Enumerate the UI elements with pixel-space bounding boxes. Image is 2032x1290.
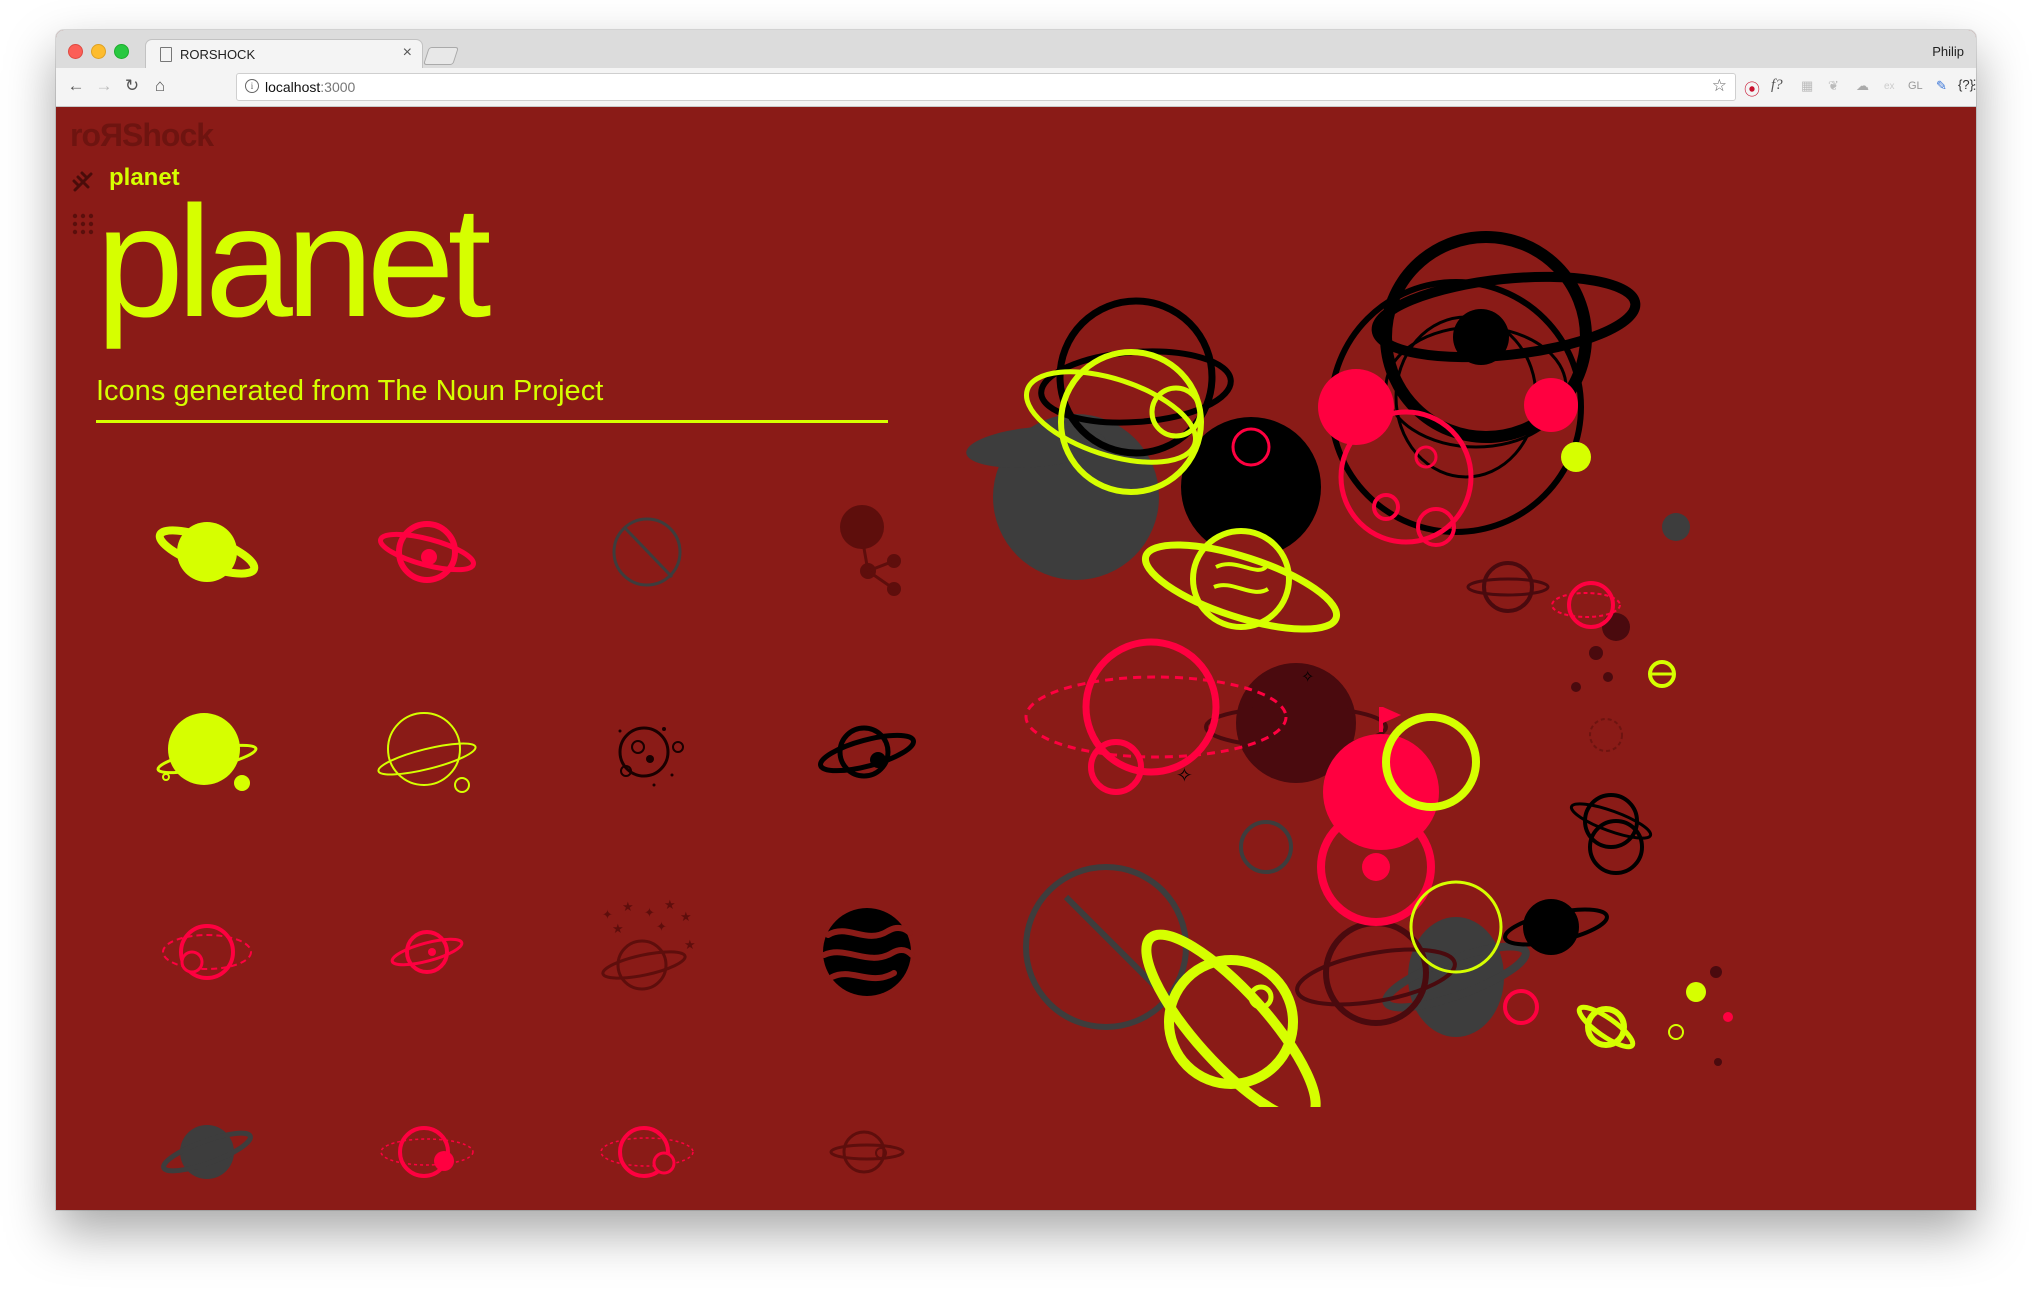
planet-moon-icon[interactable] xyxy=(152,697,262,807)
grid-menu-icon[interactable] xyxy=(72,213,94,235)
page-subtitle: Icons generated from The Noun Project xyxy=(96,375,604,407)
browser-toolbar: ← → ↻ ⌂ i localhost:3000 ☆ ⦿ f? ▦ ❦ ☁ ex… xyxy=(56,68,1976,107)
bookmark-star-icon[interactable]: ☆ xyxy=(1712,76,1727,96)
reload-icon[interactable]: ↻ xyxy=(122,76,142,96)
back-arrow-icon[interactable]: ← xyxy=(66,76,86,96)
ex-extension-icon[interactable]: ex xyxy=(1884,81,1895,92)
menu-kebab-icon[interactable]: ⋮ xyxy=(1968,77,1976,93)
cloud-icon[interactable]: ☁ xyxy=(1856,78,1869,94)
app-page: roЯShock planet planet Icons generated f… xyxy=(56,107,1976,1210)
color-picker-icon[interactable]: ✎ xyxy=(1936,78,1947,94)
svg-text:✦: ✦ xyxy=(644,906,655,921)
home-icon[interactable]: ⌂ xyxy=(150,76,170,96)
planet-ring-icon[interactable] xyxy=(152,497,262,607)
planet-moon-orbit-icon[interactable] xyxy=(372,1097,482,1207)
minimize-window-button[interactable] xyxy=(91,44,106,59)
tab-title: RORSHOCK xyxy=(180,47,256,62)
font-finder-icon[interactable]: f? xyxy=(1771,77,1783,94)
page-title: planet xyxy=(96,174,491,350)
info-icon[interactable]: i xyxy=(245,79,259,93)
planet-craters-icon[interactable] xyxy=(592,697,702,807)
svg-text:★: ★ xyxy=(684,938,696,953)
planet-dashed-orbit-icon[interactable] xyxy=(152,897,262,1007)
svg-text:★: ★ xyxy=(612,922,624,937)
planet-small-orbit-icon[interactable] xyxy=(372,897,482,1007)
collage-shapes: ✧ ✧ xyxy=(966,231,1733,1107)
svg-text:★: ★ xyxy=(622,900,634,915)
planet-thin-ring-icon[interactable] xyxy=(372,697,482,807)
title-divider xyxy=(96,420,888,423)
profile-name[interactable]: Philip xyxy=(1932,44,1964,59)
planet-stars-icon[interactable]: ✦★ ✦ ★★★ ✦★ xyxy=(592,897,702,1007)
url-text: localhost:3000 xyxy=(265,79,356,95)
browser-tab[interactable]: RORSHOCK × xyxy=(146,40,422,68)
svg-text:★: ★ xyxy=(664,898,676,913)
tab-strip: RORSHOCK × Philip xyxy=(56,30,1976,68)
svg-text:✦: ✦ xyxy=(602,908,613,923)
leaf-icon[interactable]: ❦ xyxy=(1828,78,1839,94)
forward-arrow-icon[interactable]: → xyxy=(94,76,114,96)
planet-slash-icon[interactable] xyxy=(592,497,702,607)
gl-extension-icon[interactable]: GL xyxy=(1908,80,1923,92)
new-tab-button[interactable] xyxy=(423,47,459,65)
close-tab-icon[interactable]: × xyxy=(403,44,412,62)
svg-text:✧: ✧ xyxy=(1176,763,1193,787)
planet-minimal-icon[interactable] xyxy=(812,1097,922,1207)
svg-text:★: ★ xyxy=(680,910,692,925)
page-icon xyxy=(160,47,172,62)
app-logo[interactable]: roЯShock xyxy=(70,117,214,154)
svg-text:✦: ✦ xyxy=(656,920,667,935)
planet-orbit-icon[interactable] xyxy=(372,497,482,607)
planet-saturn-icon[interactable] xyxy=(152,1097,262,1207)
browser-window: RORSHOCK × Philip ← → ↻ ⌂ i localhost:30… xyxy=(56,30,1976,1210)
pinterest-icon[interactable]: ⦿ xyxy=(1744,76,1760,100)
close-window-button[interactable] xyxy=(68,44,83,59)
maximize-window-button[interactable] xyxy=(114,44,129,59)
window-controls xyxy=(68,44,129,59)
planet-double-icon[interactable] xyxy=(592,1097,702,1207)
address-bar[interactable]: i localhost:3000 ☆ xyxy=(236,73,1736,101)
svg-text:✧: ✧ xyxy=(1301,667,1314,686)
grid-extension-icon[interactable]: ▦ xyxy=(1801,78,1813,94)
planet-collage: ✧ ✧ xyxy=(966,231,1733,1107)
pin-icon[interactable] xyxy=(72,171,94,193)
